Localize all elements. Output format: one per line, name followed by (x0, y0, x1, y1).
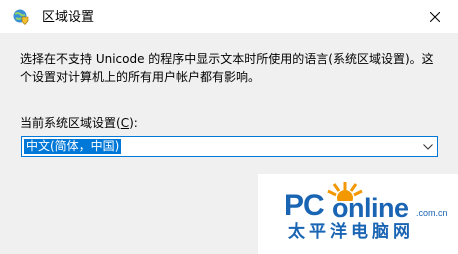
title-bar: 区域设置 (0, 0, 458, 33)
locale-combobox[interactable]: 中文(简体，中国) (21, 136, 438, 157)
watermark-brand-online: online (332, 193, 409, 223)
locale-label-accel: C (120, 116, 130, 130)
watermark-brand-pc: PC (284, 189, 325, 222)
locale-label-suffix: ): (129, 116, 138, 130)
dropdown-button[interactable] (418, 137, 437, 156)
close-button[interactable] (412, 0, 458, 33)
description-line-2: 个设置对计算机上的所有用户帐户都有影响。 (20, 70, 261, 84)
pconline-watermark: PC online .com.cn 太平洋电脑网 (258, 174, 458, 254)
locale-label-prefix: 当前系统区域设置( (20, 116, 121, 130)
dialog-title: 区域设置 (42, 10, 95, 25)
close-icon (430, 11, 440, 22)
description-line-1: 选择在不支持 Unicode 的程序中显示文本时所使用的语言(系统区域设置)。这 (20, 52, 434, 66)
watermark-domain: .com.cn (416, 208, 448, 218)
locale-selected-value: 中文(简体，中国) (24, 139, 122, 154)
chevron-down-icon (422, 143, 433, 150)
watermark-chinese-name: 太平洋电脑网 (288, 222, 414, 242)
globe-shield-icon (12, 8, 29, 25)
locale-label: 当前系统区域设置(C): (20, 115, 138, 131)
description-text: 选择在不支持 Unicode 的程序中显示文本时所使用的语言(系统区域设置)。这… (20, 50, 448, 86)
